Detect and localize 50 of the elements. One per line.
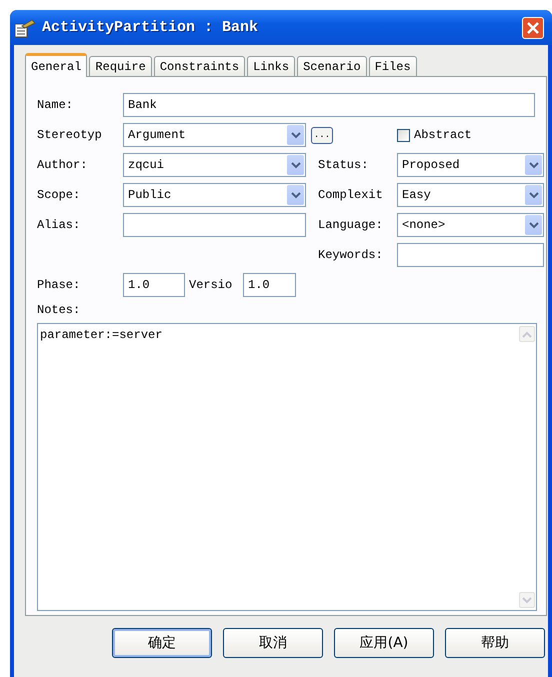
window-title: ActivityPartition : Bank [42, 19, 260, 36]
close-icon [527, 22, 539, 34]
field-label: Versio [188, 278, 234, 292]
browse-button[interactable]: ... [311, 126, 333, 144]
caret-icon [290, 132, 300, 138]
caret-icon [528, 222, 538, 228]
tab[interactable]: General [25, 53, 88, 77]
dialog-button[interactable]: 确定 [112, 628, 212, 658]
field-label: Language: [318, 218, 384, 232]
field-label: Scope: [37, 188, 82, 202]
dropdown-field[interactable]: <none> [397, 213, 544, 237]
dropdown-field[interactable]: Easy [397, 183, 544, 207]
dropdown-field[interactable]: Public [123, 183, 306, 207]
caret-down-icon [522, 596, 532, 604]
dialog-button[interactable]: 应用(A) [334, 628, 434, 658]
tab[interactable]: Require [89, 56, 152, 77]
field-label: Author: [37, 158, 88, 172]
field-label: Alias: [37, 218, 82, 232]
caret-icon [290, 192, 300, 198]
scroll-up-button[interactable] [519, 326, 535, 342]
dropdown-field[interactable]: zqcui [123, 153, 306, 177]
dialog-icon [14, 18, 36, 38]
scroll-down-button[interactable] [519, 592, 535, 608]
field-label: Complexit [318, 188, 384, 202]
field-label: Name: [37, 98, 74, 112]
text-field[interactable] [397, 243, 544, 267]
field-label: Notes: [37, 303, 82, 317]
dropdown-field[interactable]: Proposed [397, 153, 544, 177]
abstract-checkbox[interactable]: Abstract [397, 128, 472, 142]
caret-icon [528, 192, 538, 198]
field-label: Phase: [37, 278, 82, 292]
text-field[interactable]: 1.0 [243, 273, 296, 297]
caret-icon [290, 162, 300, 168]
caret-up-icon [522, 330, 532, 338]
field-label: Status: [318, 158, 370, 172]
notes-field[interactable]: parameter:=server [37, 323, 537, 611]
caret-icon [528, 162, 538, 168]
tab[interactable]: Constraints [154, 56, 246, 77]
tab[interactable]: Links [247, 56, 296, 77]
text-field[interactable]: 1.0 [123, 273, 185, 297]
close-button[interactable] [522, 16, 544, 38]
field-label: Keywords: [318, 248, 384, 262]
tab[interactable]: Scenario [297, 56, 367, 77]
text-field[interactable]: Bank [123, 93, 535, 117]
field-label: Stereotyp [37, 128, 103, 142]
text-field[interactable] [123, 213, 306, 237]
tab[interactable]: Files [368, 56, 417, 77]
dropdown-field[interactable]: Argument [123, 123, 306, 147]
dialog-button[interactable]: 取消 [223, 628, 323, 658]
dialog-button[interactable]: 帮助 [445, 628, 545, 658]
